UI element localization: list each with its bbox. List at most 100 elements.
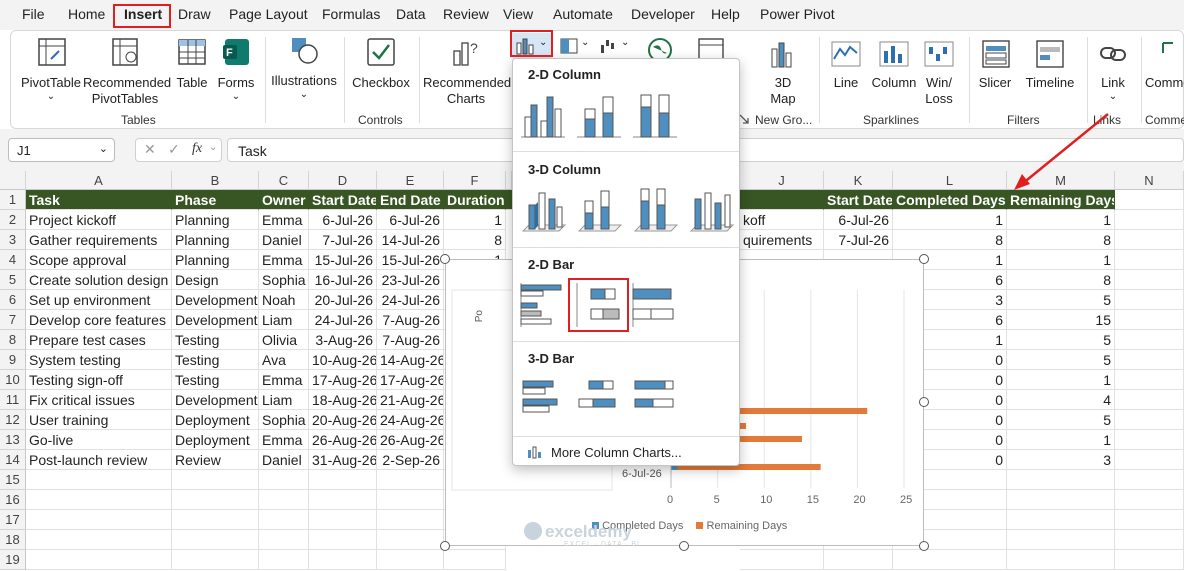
table-cell[interactable] — [377, 530, 444, 550]
table-cell[interactable]: 16-Jul-26 — [309, 270, 377, 290]
table-cell[interactable] — [26, 510, 172, 530]
forms-button[interactable]: F Forms ⌄ — [215, 35, 257, 109]
table-cell[interactable]: System testing — [26, 350, 172, 370]
row-header[interactable]: 18 — [0, 530, 26, 550]
table-cell[interactable]: Project kickoff — [26, 210, 172, 230]
table-cell[interactable] — [26, 490, 172, 510]
table-cell[interactable]: Emma — [259, 250, 309, 270]
recommended-pivottables-button[interactable]: Recommended PivotTables — [83, 35, 171, 109]
menu-file[interactable]: File — [22, 6, 45, 22]
row-header[interactable]: 10 — [0, 370, 26, 390]
clustered-column-thumbnail[interactable] — [519, 91, 567, 139]
table-cell[interactable]: 7-Jul-26 — [824, 230, 893, 250]
table-cell[interactable] — [259, 550, 309, 570]
table-cell[interactable]: 26-Aug-26 — [377, 430, 444, 450]
table-cell[interactable]: Create solution design — [26, 270, 172, 290]
menu-developer[interactable]: Developer — [631, 6, 695, 22]
row-header[interactable]: 16 — [0, 490, 26, 510]
table-header-cell[interactable]: Start Date — [824, 190, 893, 210]
row-header[interactable]: 15 — [0, 470, 26, 490]
table-cell[interactable]: 1 — [1007, 370, 1115, 390]
table-cell[interactable]: 6-Jul-26 — [377, 210, 444, 230]
table-cell[interactable] — [1115, 230, 1184, 250]
pivottable-button[interactable]: PivotTable ⌄ — [19, 35, 83, 109]
table-cell[interactable]: 7-Jul-26 — [309, 230, 377, 250]
table-cell[interactable]: 1 — [1007, 210, 1115, 230]
table-cell[interactable] — [1115, 490, 1184, 510]
column-header[interactable]: B — [172, 171, 259, 190]
table-cell[interactable]: 8 — [444, 230, 506, 250]
table-header-cell[interactable] — [740, 190, 824, 210]
table-cell[interactable] — [259, 510, 309, 530]
row-header[interactable]: 3 — [0, 230, 26, 250]
select-all-corner[interactable] — [0, 171, 26, 190]
table-cell[interactable] — [172, 550, 259, 570]
column-header[interactable]: C — [259, 171, 309, 190]
table-cell[interactable]: Ava — [259, 350, 309, 370]
insert-function-icon[interactable]: fx — [192, 141, 202, 157]
table-cell[interactable]: quirements — [740, 230, 824, 250]
table-cell[interactable] — [1115, 450, 1184, 470]
table-cell[interactable] — [1115, 250, 1184, 270]
3d-clustered-bar-thumbnail[interactable] — [519, 375, 567, 423]
column-header[interactable]: N — [1115, 171, 1184, 190]
table-cell[interactable]: 1 — [1007, 250, 1115, 270]
table-cell[interactable]: Noah — [259, 290, 309, 310]
illustrations-button[interactable]: Illustrations ⌄ — [269, 35, 339, 109]
table-cell[interactable] — [1007, 490, 1115, 510]
table-cell[interactable]: Sophia — [259, 270, 309, 290]
row-header[interactable]: 11 — [0, 390, 26, 410]
table-cell[interactable]: Post-launch review — [26, 450, 172, 470]
table-cell[interactable]: 8 — [893, 230, 1007, 250]
table-cell[interactable] — [259, 530, 309, 550]
resize-handle-tl[interactable] — [440, 254, 450, 264]
3d-stacked-bar-thumbnail[interactable] — [575, 375, 623, 423]
menu-formulas[interactable]: Formulas — [322, 6, 380, 22]
table-cell[interactable]: Liam — [259, 310, 309, 330]
table-cell[interactable]: Set up environment — [26, 290, 172, 310]
table-cell[interactable]: User training — [26, 410, 172, 430]
row-header[interactable]: 6 — [0, 290, 26, 310]
column-header[interactable]: L — [893, 171, 1007, 190]
table-cell[interactable] — [1007, 530, 1115, 550]
table-header-cell[interactable]: Task — [26, 190, 172, 210]
table-cell[interactable]: Planning — [172, 250, 259, 270]
table-header-cell[interactable]: End Date — [377, 190, 444, 210]
table-cell[interactable]: 15-Jul-26 — [377, 250, 444, 270]
column-header[interactable]: K — [824, 171, 893, 190]
table-cell[interactable]: 8 — [1007, 270, 1115, 290]
table-header-cell[interactable]: Completed Days — [893, 190, 1007, 210]
table-cell[interactable]: 21-Aug-26 — [377, 390, 444, 410]
checkbox-button[interactable]: Checkbox — [349, 35, 413, 109]
table-cell[interactable]: 17-Aug-26 — [377, 370, 444, 390]
table-cell[interactable]: Design — [172, 270, 259, 290]
table-cell[interactable] — [444, 550, 506, 570]
column-header[interactable]: A — [26, 171, 172, 190]
100-stacked-bar-thumbnail[interactable] — [631, 281, 679, 329]
column-header[interactable]: J — [740, 171, 824, 190]
table-cell[interactable] — [1115, 510, 1184, 530]
resize-handle-br[interactable] — [919, 541, 929, 551]
table-cell[interactable]: 7-Aug-26 — [377, 310, 444, 330]
name-box[interactable]: J1 ⌄ — [8, 138, 115, 162]
row-header[interactable]: 9 — [0, 350, 26, 370]
table-cell[interactable] — [1115, 310, 1184, 330]
table-cell[interactable]: Testing — [172, 370, 259, 390]
table-cell[interactable]: Gather requirements — [26, 230, 172, 250]
table-cell[interactable]: Development — [172, 310, 259, 330]
table-cell[interactable]: 20-Jul-26 — [309, 290, 377, 310]
table-cell[interactable] — [1115, 370, 1184, 390]
table-cell[interactable]: 5 — [1007, 290, 1115, 310]
row-header[interactable]: 5 — [0, 270, 26, 290]
resize-handle-tr[interactable] — [919, 254, 929, 264]
table-cell[interactable]: Daniel — [259, 230, 309, 250]
link-button[interactable]: Link ⌄ — [1091, 35, 1135, 109]
table-cell[interactable]: Emma — [259, 430, 309, 450]
row-header[interactable]: 17 — [0, 510, 26, 530]
table-cell[interactable]: 15 — [1007, 310, 1115, 330]
resize-handle-bc[interactable] — [679, 541, 689, 551]
table-cell[interactable] — [1115, 550, 1184, 570]
table-cell[interactable] — [172, 470, 259, 490]
table-button[interactable]: Table — [171, 35, 213, 109]
table-cell[interactable] — [377, 510, 444, 530]
